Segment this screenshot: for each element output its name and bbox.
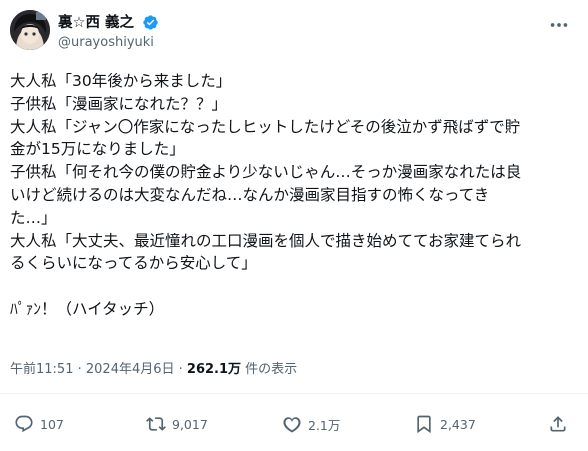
divider	[0, 393, 588, 394]
views-count: 262.1万	[186, 362, 242, 377]
repost-icon	[146, 417, 166, 431]
reply-count: 107	[40, 416, 64, 432]
author-block: 裏☆西 義之 @urayoshiyuki	[58, 12, 159, 52]
repost-count: 9,017	[172, 416, 208, 432]
meta-separator: ·	[73, 362, 86, 377]
tweet-header: 裏☆西 義之 @urayoshiyuki	[10, 10, 578, 58]
share-button[interactable]	[548, 413, 568, 435]
tweet-line: 子供私「漫画家になれた？？」	[10, 94, 228, 113]
tweet-line: ﾊﾟｧﾝ！（ハイタッチ）	[10, 299, 165, 318]
reply-button[interactable]: 107	[14, 413, 64, 435]
tweet-line: 大人私「大丈夫、最近憧れの工口漫画を個人で描き始めててお家建てられ	[10, 231, 522, 250]
repost-button[interactable]: 9,017	[146, 413, 208, 435]
bookmark-count: 2,437	[440, 416, 476, 432]
bookmark-icon	[417, 415, 431, 434]
views-label: 件の表示	[241, 362, 298, 377]
like-button[interactable]: 2.1万	[282, 413, 340, 435]
avatar-icon	[10, 10, 50, 50]
tweet-line: るくらいになってるから安心して」	[10, 254, 257, 273]
verified-badge-icon[interactable]	[142, 14, 159, 31]
tweet-line: た…」	[10, 208, 57, 227]
tweet-meta: 午前11:51 · 2024年4月6日 · 262.1万 件の表示	[10, 360, 297, 380]
tweet-line: 大人私「ジャン〇作家になったしヒットしたけどその後泣かず飛ばずで貯	[10, 117, 521, 136]
bookmark-button[interactable]: 2,437	[414, 413, 476, 435]
tweet-text: 大人私「30年後から来ました」 子供私「漫画家になれた？？」 大人私「ジャン〇作…	[10, 70, 580, 321]
tweet-line: 子供私「何それ今の僕の貯金より少ないじゃん…そっか漫画家なれたは良	[10, 163, 522, 182]
share-icon	[550, 416, 566, 432]
action-bar: 107 9,017 2.1万 2,437	[0, 404, 588, 444]
meta-separator: ·	[174, 362, 187, 377]
like-count: 2.1万	[308, 417, 341, 433]
reply-icon	[15, 415, 33, 433]
more-options-icon[interactable]	[548, 14, 570, 36]
tweet-line: いけど続けるのは大変なんだね…なんか漫画家目指すの怖くなってき	[10, 185, 490, 204]
author-display-name[interactable]: 裏☆西 義之	[58, 14, 134, 32]
tweet-line: 大人私「30年後から来ました」	[10, 72, 232, 90]
tweet-line: 金が15万になりました」	[10, 140, 185, 159]
author-handle[interactable]: @urayoshiyuki	[58, 34, 159, 52]
heart-icon	[283, 417, 301, 433]
tweet-time[interactable]: 午前11:51	[10, 362, 73, 377]
tweet-date[interactable]: 2024年4月6日	[86, 362, 175, 377]
avatar[interactable]	[10, 10, 50, 50]
